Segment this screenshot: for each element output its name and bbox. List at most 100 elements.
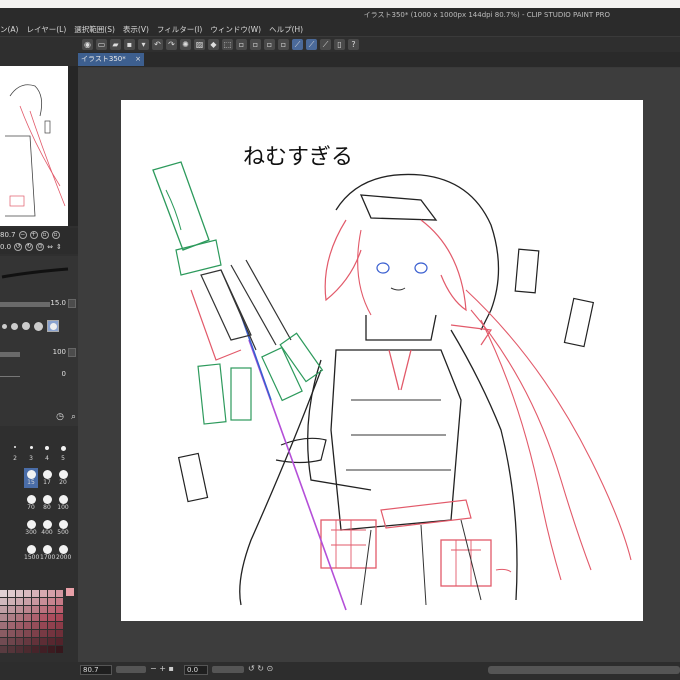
status-zoom-buttons[interactable]: − + ▪ bbox=[150, 664, 174, 673]
menu-view[interactable]: 表示(V) bbox=[123, 24, 149, 35]
document-tab[interactable]: イラスト350* × bbox=[78, 53, 144, 66]
fit-icon[interactable]: ▫ bbox=[40, 231, 49, 239]
color-swatch[interactable] bbox=[48, 614, 55, 621]
color-swatch[interactable] bbox=[40, 630, 47, 637]
color-swatch[interactable] bbox=[24, 630, 31, 637]
color-swatch[interactable] bbox=[0, 646, 7, 653]
brush-size-preset[interactable]: 300 bbox=[24, 518, 38, 538]
color-swatch[interactable] bbox=[48, 630, 55, 637]
tip-option-1[interactable] bbox=[2, 323, 7, 329]
device-icon[interactable]: ▯ bbox=[334, 39, 345, 50]
brush-size-preset[interactable]: 80 bbox=[40, 493, 54, 513]
color-swatch[interactable] bbox=[8, 638, 15, 645]
flip-vertical-icon[interactable]: ⇕ bbox=[56, 243, 62, 251]
color-swatch[interactable] bbox=[56, 590, 63, 597]
brush-size-preset[interactable]: 20 bbox=[56, 468, 70, 488]
color-swatch[interactable] bbox=[48, 622, 55, 629]
color-swatch[interactable] bbox=[16, 614, 23, 621]
third-value[interactable]: 0 bbox=[62, 370, 66, 378]
color-swatch[interactable] bbox=[0, 630, 7, 637]
brush-size-preset[interactable]: 1700 bbox=[40, 543, 55, 563]
settings-icon[interactable]: ◷ bbox=[56, 412, 64, 422]
color-swatch[interactable] bbox=[0, 614, 7, 621]
color-swatch[interactable] bbox=[56, 638, 63, 645]
current-color-swatch[interactable] bbox=[66, 588, 74, 596]
brush-size-preset[interactable]: 3 bbox=[24, 444, 38, 464]
clear-icon[interactable]: ▨ bbox=[194, 39, 205, 50]
color-swatch[interactable] bbox=[56, 622, 63, 629]
color-swatch[interactable] bbox=[24, 622, 31, 629]
opacity-dropdown[interactable] bbox=[68, 348, 76, 357]
color-swatch[interactable] bbox=[32, 606, 39, 613]
opacity-slider[interactable] bbox=[0, 352, 20, 357]
color-swatch[interactable] bbox=[56, 598, 63, 605]
color-swatch[interactable] bbox=[32, 598, 39, 605]
color-swatch[interactable] bbox=[48, 590, 55, 597]
brush-size-preset[interactable]: 1500 bbox=[24, 543, 39, 563]
color-swatch[interactable] bbox=[56, 606, 63, 613]
color-swatch[interactable] bbox=[8, 590, 15, 597]
status-rotation-slider[interactable] bbox=[212, 666, 244, 673]
brush-size-preset[interactable]: 2000 bbox=[56, 543, 71, 563]
menu-layer[interactable]: レイヤー(L) bbox=[26, 24, 66, 35]
brush-size-preset[interactable]: 2 bbox=[8, 444, 22, 464]
color-swatch[interactable] bbox=[24, 606, 31, 613]
color-swatch[interactable] bbox=[0, 622, 7, 629]
color-swatch[interactable] bbox=[48, 598, 55, 605]
color-swatch[interactable] bbox=[48, 606, 55, 613]
color-swatch[interactable] bbox=[8, 598, 15, 605]
color-swatch[interactable] bbox=[16, 646, 23, 653]
zoom-in-icon[interactable]: + bbox=[29, 231, 38, 239]
status-rotation-buttons[interactable]: ↺ ↻ ⊙ bbox=[248, 664, 273, 673]
redo-icon[interactable]: ↷ bbox=[166, 39, 177, 50]
color-swatch[interactable] bbox=[16, 606, 23, 613]
zoom-value[interactable]: 80.7 bbox=[0, 231, 16, 239]
status-zoom-slider[interactable] bbox=[116, 666, 146, 673]
color-swatch[interactable] bbox=[24, 590, 31, 597]
deselect-icon[interactable]: ▫ bbox=[250, 39, 261, 50]
color-swatch[interactable] bbox=[8, 646, 15, 653]
color-swatch[interactable] bbox=[40, 638, 47, 645]
tip-option-selected[interactable] bbox=[47, 320, 59, 332]
undo-icon[interactable]: ↶ bbox=[152, 39, 163, 50]
rotate-right-icon[interactable]: ↻ bbox=[25, 243, 34, 251]
color-swatch[interactable] bbox=[32, 614, 39, 621]
rotate-left-icon[interactable]: ↺ bbox=[14, 243, 23, 251]
color-swatch[interactable] bbox=[32, 622, 39, 629]
new-file-icon[interactable]: ▭ bbox=[96, 39, 107, 50]
color-swatch[interactable] bbox=[56, 646, 63, 653]
save-icon[interactable]: ▪ bbox=[124, 39, 135, 50]
color-swatch[interactable] bbox=[32, 638, 39, 645]
color-swatch[interactable] bbox=[32, 646, 39, 653]
brush-size-preset[interactable]: 70 bbox=[24, 493, 38, 513]
color-swatch[interactable] bbox=[0, 598, 7, 605]
status-rotation-field[interactable]: 0.0 bbox=[184, 665, 208, 675]
menu-selection[interactable]: 選択範囲(S) bbox=[74, 24, 115, 35]
color-swatch[interactable] bbox=[40, 622, 47, 629]
menu-help[interactable]: ヘルプ(H) bbox=[269, 24, 303, 35]
color-swatch[interactable] bbox=[16, 590, 23, 597]
color-swatch[interactable] bbox=[8, 614, 15, 621]
color-swatch[interactable] bbox=[8, 630, 15, 637]
invert-icon[interactable]: ▫ bbox=[264, 39, 275, 50]
color-swatch[interactable] bbox=[0, 638, 7, 645]
color-swatch[interactable] bbox=[8, 606, 15, 613]
brush-size-preset[interactable]: 15 bbox=[24, 468, 38, 488]
navigator-preview[interactable] bbox=[0, 66, 68, 226]
color-swatch[interactable] bbox=[16, 638, 23, 645]
color-swatch[interactable] bbox=[24, 638, 31, 645]
color-swatch[interactable] bbox=[56, 614, 63, 621]
menu-window[interactable]: ウィンドウ(W) bbox=[210, 24, 261, 35]
brush-size-preset[interactable]: 4 bbox=[40, 444, 54, 464]
navigator-scrollbar[interactable] bbox=[68, 66, 78, 226]
color-swatch[interactable] bbox=[48, 638, 55, 645]
zoom-out-icon[interactable]: − bbox=[18, 231, 27, 239]
menu-animation[interactable]: ン(A) bbox=[0, 24, 18, 35]
drawing-canvas[interactable]: ねむすぎる bbox=[121, 100, 643, 621]
color-swatch[interactable] bbox=[16, 622, 23, 629]
color-palette-grid[interactable] bbox=[0, 590, 66, 656]
opacity-value[interactable]: 100 bbox=[53, 348, 66, 356]
color-swatch[interactable] bbox=[0, 590, 7, 597]
brush-size-slider[interactable] bbox=[0, 302, 50, 307]
color-swatch[interactable] bbox=[24, 598, 31, 605]
